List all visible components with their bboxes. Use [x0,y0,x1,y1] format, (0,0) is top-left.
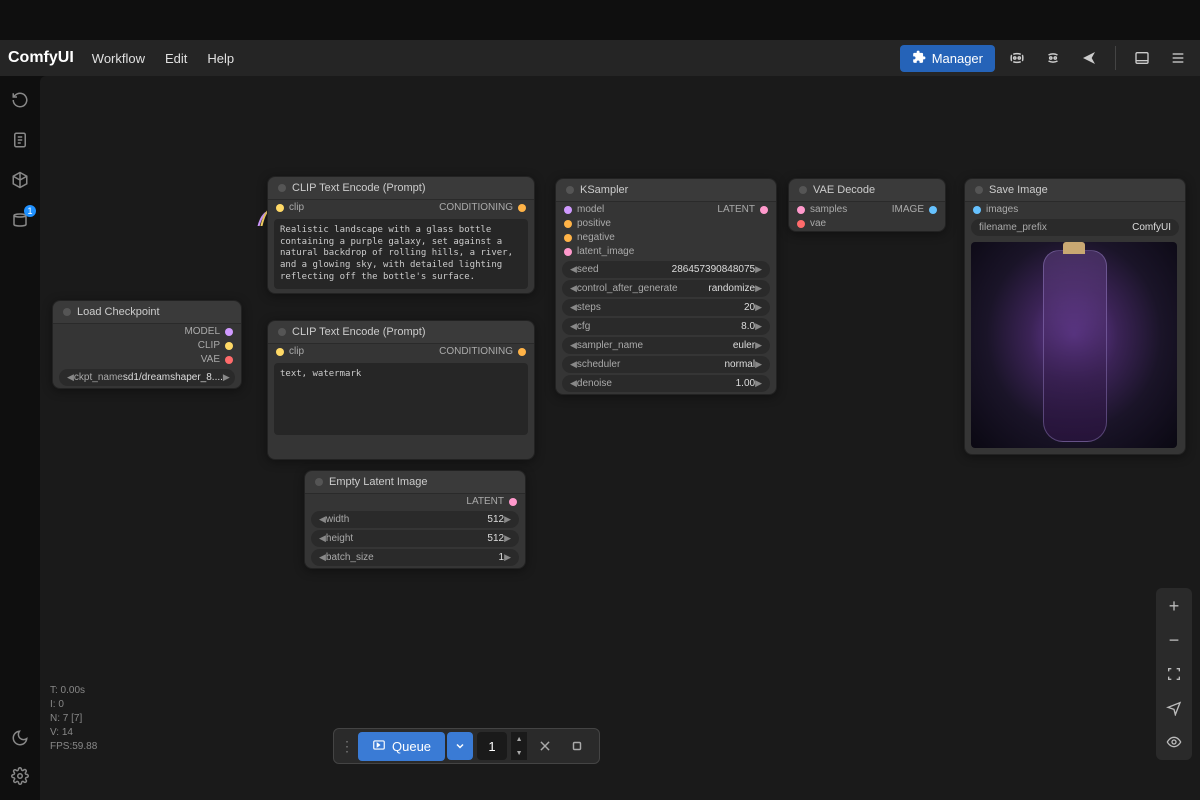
input-negative[interactable]: negative [564,232,634,243]
history-icon[interactable] [8,88,32,112]
run-icon [372,738,386,755]
divider [1115,46,1116,70]
queue-button[interactable]: Queue [358,732,445,761]
widget-scheduler[interactable]: ◀schedulernormal▶ [562,356,770,373]
stat-v: V: 14 [50,726,97,740]
models-icon[interactable]: 1 [8,208,32,232]
output-vae[interactable]: VAE [184,354,233,365]
input-clip[interactable]: clip [276,346,304,357]
node-header[interactable]: CLIP Text Encode (Prompt) [268,177,534,200]
zoom-panel: + − [1156,588,1192,760]
widget-control-after-generate[interactable]: ◀control_after_generaterandomize▶ [562,280,770,297]
output-latent[interactable]: LATENT [466,496,517,507]
output-conditioning[interactable]: CONDITIONING [439,346,526,357]
zoom-in-icon[interactable]: + [1162,594,1186,618]
widget-cfg[interactable]: ◀cfg8.0▶ [562,318,770,335]
theme-icon[interactable] [8,726,32,750]
eye-icon[interactable] [1162,730,1186,754]
top-bar: ComfyUI Workflow Edit Help Manager [0,40,1200,76]
input-vae[interactable]: vae [797,218,847,229]
stat-i: I: 0 [50,698,97,712]
prompt-text[interactable]: text, watermark [274,363,528,435]
cancel-icon[interactable] [531,732,559,760]
manager-button[interactable]: Manager [900,45,995,72]
widget-height[interactable]: ◀height512▶ [311,530,519,547]
chevron-left-icon[interactable]: ◀ [67,372,74,383]
node-clip-positive[interactable]: CLIP Text Encode (Prompt) clip CONDITION… [267,176,535,294]
node-vae-decode[interactable]: VAE Decode samples vae IMAGE [788,178,946,232]
manager-label: Manager [932,51,983,66]
puzzle-icon [912,50,926,67]
stop-icon[interactable] [563,732,591,760]
input-positive[interactable]: positive [564,218,634,229]
output-image[interactable]: IMAGE [892,204,937,215]
stat-fps: FPS:59.88 [50,740,97,754]
count-down[interactable]: ▼ [511,746,527,760]
widget-filename-prefix[interactable]: filename_prefixComfyUI [971,219,1179,236]
app-logo: ComfyUI [8,49,74,67]
widget-steps[interactable]: ◀steps20▶ [562,299,770,316]
count-up[interactable]: ▲ [511,732,527,746]
output-clip[interactable]: CLIP [184,340,233,351]
layout-icon[interactable] [1128,44,1156,72]
widget-seed[interactable]: ◀seed286457390848075▶ [562,261,770,278]
output-conditioning[interactable]: CONDITIONING [439,202,526,213]
share-icon[interactable] [1075,44,1103,72]
settings-icon[interactable] [8,764,32,788]
output-latent[interactable]: LATENT [717,204,768,215]
widget-sampler-name[interactable]: ◀sampler_nameeuler▶ [562,337,770,354]
menu-edit[interactable]: Edit [165,51,187,66]
stat-t: T: 0.00s [50,684,97,698]
input-images[interactable]: images [973,204,1018,215]
input-samples[interactable]: samples [797,204,847,215]
stats-overlay: T: 0.00s I: 0 N: 7 [7] V: 14 FPS:59.88 [50,684,97,754]
node-empty-latent[interactable]: Empty Latent Image LATENT ◀width512▶ ◀he… [304,470,526,569]
node-clip-negative[interactable]: CLIP Text Encode (Prompt) clip CONDITION… [267,320,535,460]
node-header[interactable]: Load Checkpoint [53,301,241,324]
node-ksampler[interactable]: KSampler model positive negative latent_… [555,178,777,395]
hamburger-icon[interactable] [1164,44,1192,72]
node-header[interactable]: KSampler [556,179,776,202]
menu-help[interactable]: Help [207,51,234,66]
input-model[interactable]: model [564,204,634,215]
widget-ckpt-name[interactable]: ◀ ckpt_name sd1/dreamshaper_8.... ▶ [59,369,235,386]
queue-bar: ⋮ Queue 1 ▲ ▼ [333,728,600,764]
output-model[interactable]: MODEL [184,326,233,337]
locate-icon[interactable] [1162,696,1186,720]
input-clip[interactable]: clip [276,202,304,213]
prompt-text[interactable]: Realistic landscape with a glass bottle … [274,219,528,289]
node-header[interactable]: VAE Decode [789,179,945,202]
queue-label: Queue [392,739,431,754]
discord-icon[interactable] [1003,44,1031,72]
output-image-preview[interactable] [971,242,1177,448]
node-load-checkpoint[interactable]: Load Checkpoint MODEL CLIP VAE ◀ ckpt_na… [52,300,242,389]
chevron-right-icon[interactable]: ▶ [223,372,230,383]
node-header[interactable]: Empty Latent Image [305,471,525,494]
widget-width[interactable]: ◀width512▶ [311,511,519,528]
bell-icon[interactable] [1039,44,1067,72]
node-header[interactable]: CLIP Text Encode (Prompt) [268,321,534,344]
queue-count[interactable]: 1 [477,732,507,760]
fit-icon[interactable] [1162,662,1186,686]
notes-icon[interactable] [8,128,32,152]
left-sidebar: 1 [0,76,40,800]
zoom-out-icon[interactable]: − [1162,628,1186,652]
node-save-image[interactable]: Save Image images filename_prefixComfyUI [964,178,1186,455]
queue-dropdown[interactable] [447,732,473,760]
workflow-canvas[interactable]: Load Checkpoint MODEL CLIP VAE ◀ ckpt_na… [40,76,1200,800]
input-latent-image[interactable]: latent_image [564,246,634,257]
badge: 1 [24,205,36,217]
stat-n: N: 7 [7] [50,712,97,726]
cube-icon[interactable] [8,168,32,192]
node-header[interactable]: Save Image [965,179,1185,202]
drag-handle-icon[interactable]: ⋮ [340,738,354,755]
widget-denoise[interactable]: ◀denoise1.00▶ [562,375,770,392]
widget-batch-size[interactable]: ◀batch_size1▶ [311,549,519,566]
menu-workflow[interactable]: Workflow [92,51,145,66]
